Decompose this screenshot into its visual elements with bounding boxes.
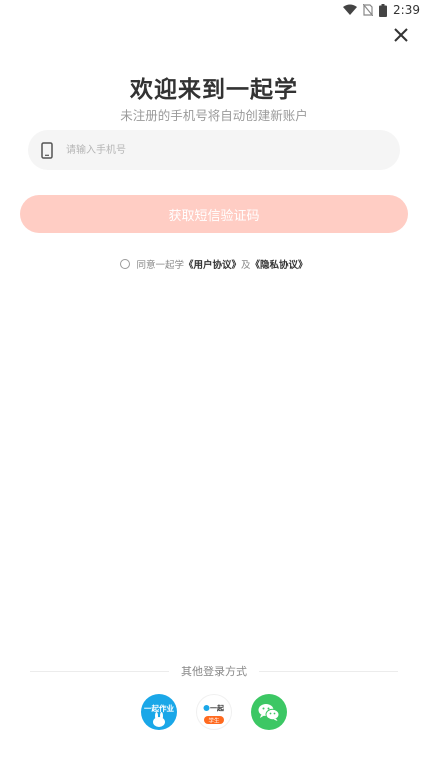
- wifi-icon: [343, 4, 358, 15]
- status-icons: 2:39: [343, 3, 420, 17]
- yiqixue-login-button[interactable]: 一起 学生: [196, 694, 232, 730]
- yiqixue-icon: 一起 学生: [196, 694, 232, 730]
- close-icon: [394, 28, 408, 42]
- no-sim-icon: [363, 4, 374, 16]
- agree-and: 及: [241, 260, 251, 271]
- get-sms-code-button[interactable]: 获取短信验证码: [20, 195, 408, 233]
- divider-line-right: [259, 670, 398, 672]
- other-login-label: 其他登录方式: [181, 665, 247, 678]
- page-title: 欢迎来到一起学: [130, 77, 298, 103]
- close-button[interactable]: [390, 24, 412, 46]
- agree-prefix: 同意一起学: [136, 260, 184, 271]
- status-bar: 2:39: [0, 0, 428, 20]
- agree-radio[interactable]: [120, 259, 131, 269]
- third-party-login: 一起作业 一起 学生: [0, 694, 428, 730]
- phone-input[interactable]: [64, 143, 368, 157]
- yiqixue-icon-text: 一起: [210, 704, 225, 713]
- wechat-icon: [251, 694, 287, 730]
- user-agreement-link[interactable]: 《用户协议》: [184, 257, 241, 271]
- privacy-agreement-link[interactable]: 《隐私协议》: [251, 257, 308, 271]
- phone-field[interactable]: [28, 130, 400, 170]
- other-login-divider: 其他登录方式: [30, 663, 398, 679]
- battery-icon: [379, 3, 388, 17]
- status-time: 2:39: [393, 3, 420, 17]
- page-subtitle: 未注册的手机号将自动创建新账户: [120, 108, 308, 123]
- wechat-login-button[interactable]: [251, 694, 287, 730]
- agreement-row: 同意一起学 《用户协议》 及 《隐私协议》: [0, 257, 428, 271]
- phone-icon: [40, 141, 54, 159]
- yiqizuoye-login-button[interactable]: 一起作业: [141, 694, 177, 730]
- yiqizuoye-icon-text: 一起作业: [144, 703, 174, 713]
- divider-line-left: [30, 670, 169, 672]
- yiqizuoye-icon: 一起作业: [141, 694, 177, 730]
- yiqixue-icon-subtext: 学生: [208, 717, 220, 725]
